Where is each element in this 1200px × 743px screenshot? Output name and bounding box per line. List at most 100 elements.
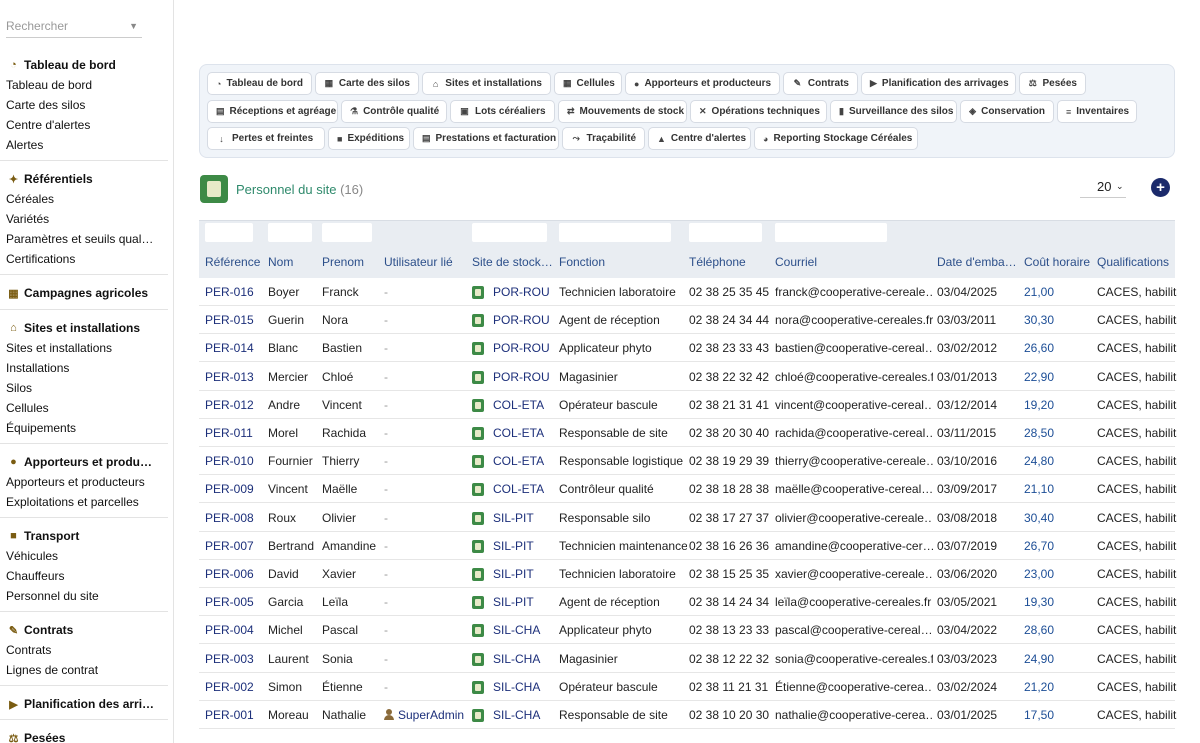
column-header[interactable]: Fonction: [559, 255, 687, 269]
toolbar-button[interactable]: ⇄ Mouvements de stock: [558, 100, 687, 123]
sidebar-section-title[interactable]: ⌂ Sites et installations: [0, 318, 173, 338]
sidebar-item[interactable]: Personnel du site: [0, 586, 173, 606]
sidebar-item[interactable]: Variétés: [0, 209, 173, 229]
linked-user-cell[interactable]: SuperAdmin: [398, 708, 469, 722]
sidebar-item[interactable]: Alertes: [0, 135, 173, 155]
toolbar-button[interactable]: ≡ Inventaires: [1057, 100, 1137, 123]
toolbar-button[interactable]: ⌂ Sites et installations: [422, 72, 551, 95]
sidebar-item[interactable]: Céréales: [0, 189, 173, 209]
reference-cell[interactable]: PER-009: [205, 482, 265, 496]
site-cell[interactable]: SIL-PIT: [493, 511, 556, 525]
table-row[interactable]: PER-013 Mercier Chloé - POR-ROU Magasinier 02 …: [199, 363, 1177, 391]
site-cell[interactable]: POR-ROU: [493, 313, 556, 327]
toolbar-button[interactable]: ▲ Centre d'alertes: [648, 127, 751, 150]
toolbar-button[interactable]: ■ Expéditions: [328, 127, 410, 150]
sidebar-search-input[interactable]: Rechercher ▼: [6, 14, 142, 38]
reference-cell[interactable]: PER-004: [205, 623, 265, 637]
page-size-select[interactable]: 20 ⌄: [1080, 178, 1126, 198]
toolbar-button[interactable]: ▶ Planification des arrivages: [861, 72, 1016, 95]
column-filter-input[interactable]: [559, 223, 671, 242]
site-cell[interactable]: POR-ROU: [493, 370, 556, 384]
table-row[interactable]: PER-007 Bertrand Amandine - SIL-PIT Technicie…: [199, 532, 1177, 560]
toolbar-button[interactable]: ● Apporteurs et producteurs: [625, 72, 780, 95]
sidebar-section-title[interactable]: ▶ Planification des arri…: [0, 694, 173, 714]
sidebar-item[interactable]: Tableau de bord: [0, 75, 173, 95]
toolbar-button[interactable]: ↓ Pertes et freintes: [207, 127, 325, 150]
sidebar-item[interactable]: Sites et installations: [0, 338, 173, 358]
table-row[interactable]: PER-015 Guerin Nora - POR-ROU Agent de récept…: [199, 306, 1177, 335]
sidebar-section-title[interactable]: ▦ Campagnes agricoles: [0, 283, 173, 303]
sidebar-item[interactable]: Paramètres et seuils qual…: [0, 229, 173, 249]
sidebar-section-title[interactable]: ◔ Tableau de bord: [0, 55, 173, 75]
site-cell[interactable]: SIL-CHA: [493, 708, 556, 722]
site-cell[interactable]: COL-ETA: [493, 398, 556, 412]
sidebar-item[interactable]: Certifications: [0, 249, 173, 269]
toolbar-button[interactable]: ◈ Conservation: [960, 100, 1054, 123]
sidebar-item[interactable]: Contrats: [0, 640, 173, 660]
toolbar-button[interactable]: ▤ Réceptions et agréage: [207, 100, 338, 123]
sidebar-item[interactable]: Carte des silos: [0, 95, 173, 115]
reference-cell[interactable]: PER-012: [205, 398, 265, 412]
reference-cell[interactable]: PER-003: [205, 652, 265, 666]
table-row[interactable]: PER-003 Laurent Sonia - SIL-CHA Magasinier 02 …: [199, 645, 1177, 673]
sidebar-item[interactable]: Lignes de contrat: [0, 660, 173, 680]
reference-cell[interactable]: PER-007: [205, 539, 265, 553]
table-row[interactable]: PER-005 Garcia Leïla - SIL-PIT Agent de récep…: [199, 588, 1177, 617]
reference-cell[interactable]: PER-002: [205, 680, 265, 694]
toolbar-button[interactable]: ✕ Opérations techniques: [690, 100, 827, 123]
site-cell[interactable]: SIL-PIT: [493, 595, 556, 609]
toolbar-button[interactable]: ✎ Contrats: [783, 72, 858, 95]
column-filter-input[interactable]: [268, 223, 312, 242]
site-cell[interactable]: SIL-CHA: [493, 652, 556, 666]
sidebar-item[interactable]: Apporteurs et producteurs: [0, 472, 173, 492]
table-row[interactable]: PER-011 Morel Rachida - COL-ETA Responsable d…: [199, 419, 1177, 447]
column-header[interactable]: Date d'emba…: [937, 255, 1021, 269]
sidebar-item[interactable]: Chauffeurs: [0, 566, 173, 586]
toolbar-button[interactable]: ⚗ Contrôle qualité: [341, 100, 447, 123]
table-row[interactable]: PER-001 Moreau Nathalie SuperAdmin SIL-CHA Re…: [199, 701, 1177, 729]
column-header[interactable]: Coût horaire: [1024, 255, 1094, 269]
sidebar-item[interactable]: Cellules: [0, 398, 173, 418]
reference-cell[interactable]: PER-010: [205, 454, 265, 468]
toolbar-button[interactable]: ⚖ Pesées: [1019, 72, 1086, 95]
table-row[interactable]: PER-002 Simon Étienne - SIL-CHA Opérateur bas…: [199, 673, 1177, 701]
reference-cell[interactable]: PER-006: [205, 567, 265, 581]
sidebar-section-title[interactable]: ✦ Référentiels: [0, 169, 173, 189]
site-cell[interactable]: SIL-CHA: [493, 623, 556, 637]
reference-cell[interactable]: PER-011: [205, 426, 265, 440]
table-row[interactable]: PER-010 Fournier Thierry - COL-ETA Responsabl…: [199, 447, 1177, 476]
column-header[interactable]: Référence: [205, 255, 265, 269]
toolbar-button[interactable]: ▣ Lots céréaliers: [450, 100, 555, 123]
sidebar-section-title[interactable]: ⚖ Pesées: [0, 728, 173, 743]
reference-cell[interactable]: PER-001: [205, 708, 265, 722]
reference-cell[interactable]: PER-016: [205, 285, 265, 299]
sidebar-item[interactable]: Silos: [0, 378, 173, 398]
column-header[interactable]: Prenom: [322, 255, 382, 269]
site-cell[interactable]: SIL-PIT: [493, 567, 556, 581]
sidebar-item[interactable]: Véhicules: [0, 546, 173, 566]
sidebar-section-title[interactable]: ✎ Contrats: [0, 620, 173, 640]
column-header[interactable]: Téléphone: [689, 255, 773, 269]
column-filter-input[interactable]: [472, 223, 547, 242]
sidebar-section-title[interactable]: ● Apporteurs et produ…: [0, 452, 173, 472]
chevron-down-icon[interactable]: ▼: [129, 14, 138, 38]
column-header[interactable]: Courriel: [775, 255, 933, 269]
reference-cell[interactable]: PER-005: [205, 595, 265, 609]
site-cell[interactable]: SIL-PIT: [493, 539, 556, 553]
sidebar-item[interactable]: Centre d'alertes: [0, 115, 173, 135]
column-header[interactable]: Utilisateur lié: [384, 255, 469, 269]
site-cell[interactable]: POR-ROU: [493, 341, 556, 355]
site-cell[interactable]: COL-ETA: [493, 454, 556, 468]
table-row[interactable]: PER-009 Vincent Maëlle - COL-ETA Contrôleur q…: [199, 475, 1177, 504]
column-filter-input[interactable]: [322, 223, 372, 242]
site-cell[interactable]: COL-ETA: [493, 482, 556, 496]
toolbar-button[interactable]: ⤳ Traçabilité: [562, 127, 645, 150]
column-filter-input[interactable]: [775, 223, 887, 242]
toolbar-button[interactable]: ▮ Surveillance des silos: [830, 100, 957, 123]
add-record-button[interactable]: +: [1151, 178, 1170, 197]
reference-cell[interactable]: PER-014: [205, 341, 265, 355]
table-row[interactable]: PER-012 Andre Vincent - COL-ETA Opérateur bas…: [199, 391, 1177, 419]
column-header[interactable]: Nom: [268, 255, 320, 269]
toolbar-button[interactable]: ▦ Cellules: [554, 72, 622, 95]
reference-cell[interactable]: PER-008: [205, 511, 265, 525]
